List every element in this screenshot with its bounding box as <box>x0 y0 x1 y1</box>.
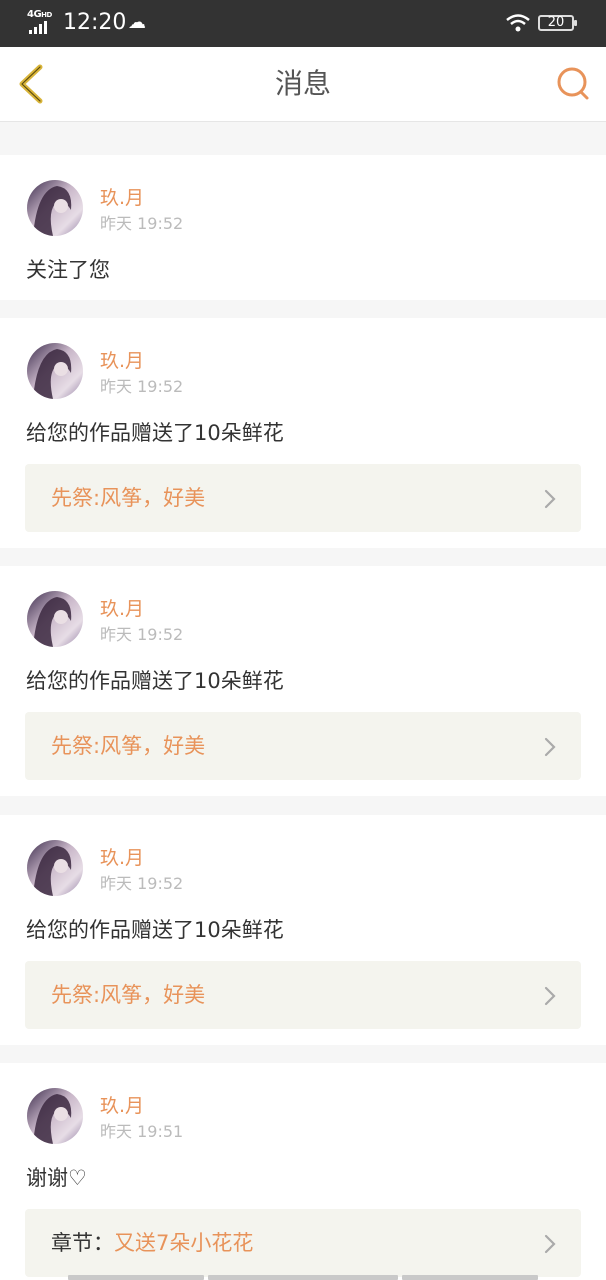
timestamp: 昨天 19:52 <box>100 874 184 893</box>
chevron-right-icon <box>544 489 556 509</box>
gesture-bar <box>68 1275 204 1280</box>
message-card[interactable]: 玖.月 昨天 19:52 给您的作品赠送了10朵鲜花 先祭:风筝，好美 <box>0 318 606 548</box>
gesture-bar <box>208 1275 398 1280</box>
chapter-title: 章节：又送7朵小花花 <box>51 1229 253 1257</box>
status-bar: 4GHD 12:20 ☁ 20 <box>0 0 606 47</box>
message-card[interactable]: 玖.月 昨天 19:52 给您的作品赠送了10朵鲜花 先祭:风筝，好美 <box>0 566 606 796</box>
chapter-prefix: 章节： <box>51 1231 114 1255</box>
timestamp: 昨天 19:51 <box>100 1122 184 1141</box>
timestamp: 昨天 19:52 <box>100 377 184 396</box>
timestamp: 昨天 19:52 <box>100 625 184 644</box>
work-link[interactable]: 先祭:风筝，好美 <box>25 464 581 532</box>
page-title: 消息 <box>274 67 331 100</box>
username[interactable]: 玖.月 <box>100 846 144 870</box>
work-title: 先祭:风筝，好美 <box>51 486 206 510</box>
gesture-bar <box>402 1275 538 1280</box>
network-type: 4GHD <box>27 9 52 20</box>
chevron-right-icon <box>544 737 556 757</box>
username[interactable]: 玖.月 <box>100 349 144 373</box>
battery-level: 20 <box>547 15 565 30</box>
timestamp: 昨天 19:52 <box>100 214 184 233</box>
clock: 12:20 <box>63 10 127 35</box>
message-card[interactable]: 玖.月 昨天 19:52 关注了您 <box>0 155 606 300</box>
work-title: 先祭:风筝，好美 <box>51 734 206 758</box>
avatar[interactable] <box>27 343 83 399</box>
message-text: 给您的作品赠送了10朵鲜花 <box>26 669 284 693</box>
chevron-right-icon <box>544 986 556 1006</box>
avatar[interactable] <box>27 591 83 647</box>
cloud-icon: ☁ <box>128 12 146 33</box>
chapter-name: 又送7朵小花花 <box>114 1231 254 1255</box>
message-text: 给您的作品赠送了10朵鲜花 <box>26 918 284 942</box>
nav-bar: 消息 <box>0 47 606 122</box>
avatar[interactable] <box>27 180 83 236</box>
message-text: 给您的作品赠送了10朵鲜花 <box>26 421 284 445</box>
chapter-link[interactable]: 章节：又送7朵小花花 <box>25 1209 581 1277</box>
wifi-icon <box>506 14 530 32</box>
battery-icon: 20 <box>538 15 577 31</box>
work-link[interactable]: 先祭:风筝，好美 <box>25 961 581 1029</box>
username[interactable]: 玖.月 <box>100 186 144 210</box>
signal-icon <box>29 20 47 34</box>
avatar[interactable] <box>27 1088 83 1144</box>
work-link[interactable]: 先祭:风筝，好美 <box>25 712 581 780</box>
work-title: 先祭:风筝，好美 <box>51 983 206 1007</box>
message-text: 谢谢♡ <box>26 1166 87 1190</box>
avatar[interactable] <box>27 840 83 896</box>
message-card[interactable]: 玖.月 昨天 19:52 给您的作品赠送了10朵鲜花 先祭:风筝，好美 <box>0 815 606 1045</box>
chevron-right-icon <box>544 1234 556 1254</box>
username[interactable]: 玖.月 <box>100 597 144 621</box>
search-icon[interactable] <box>554 65 592 103</box>
message-text: 关注了您 <box>26 258 110 282</box>
message-card[interactable]: 玖.月 昨天 19:51 谢谢♡ 章节：又送7朵小花花 <box>0 1063 606 1280</box>
username[interactable]: 玖.月 <box>100 1094 144 1118</box>
